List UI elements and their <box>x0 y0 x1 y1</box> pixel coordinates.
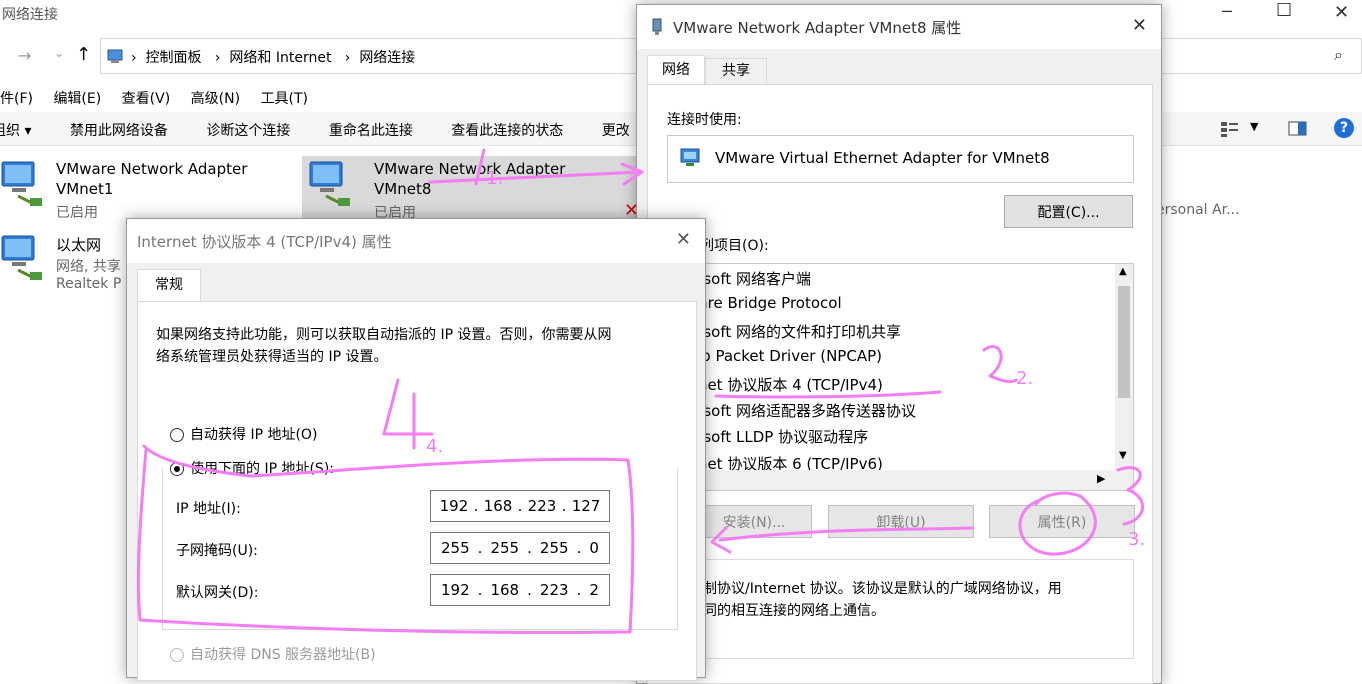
annotation-arrow <box>718 526 974 542</box>
annotation-number-2 <box>982 345 1018 384</box>
annotation-circle <box>1018 491 1097 556</box>
annotation-label: 3. <box>1128 529 1145 550</box>
annotation-number-3 <box>1116 466 1145 526</box>
annotation-box <box>136 444 635 634</box>
annotation-label: 2. <box>1016 368 1033 389</box>
annotation-label: 1. <box>486 168 503 189</box>
annotation-arrow <box>428 170 642 184</box>
annotation-underline <box>714 390 942 399</box>
annotation-label: 4. <box>426 436 443 457</box>
annotation-number-4 <box>382 378 434 436</box>
annotation-overlay: 2. 3. 4. 1. <box>136 148 1145 634</box>
